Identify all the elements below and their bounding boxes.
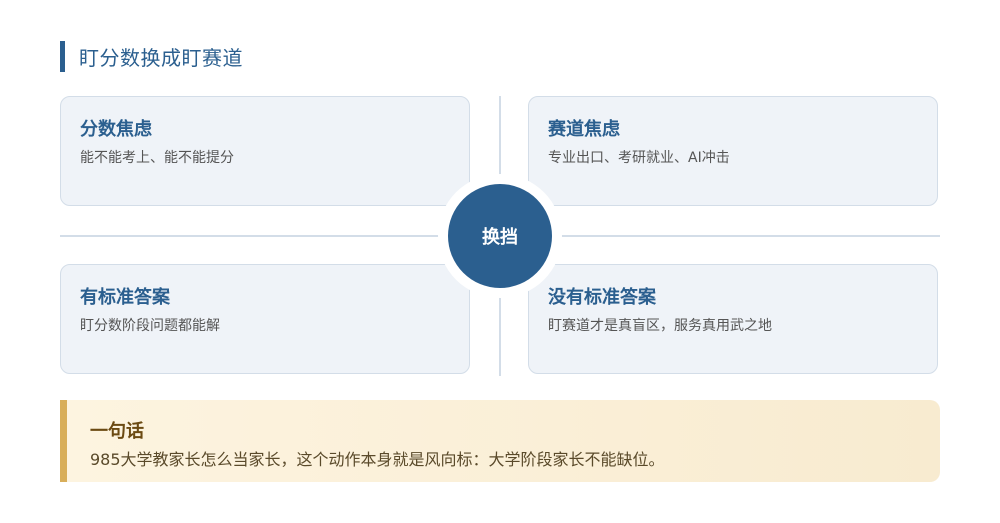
card-heading: 分数焦虑 bbox=[80, 119, 152, 140]
card-standard-answer: 有标准答案 盯分数阶段问题都能解 bbox=[60, 264, 470, 374]
summary-text: 985大学教家长怎么当家长，这个动作本身就是风向标：大学阶段家长不能缺位。 bbox=[90, 450, 665, 469]
hub-circle: 换挡 bbox=[448, 184, 552, 288]
card-description: 能不能考上、能不能提分 bbox=[80, 150, 234, 166]
card-track-anxiety: 赛道焦虑 专业出口、考研就业、AI冲击 bbox=[528, 96, 938, 206]
card-description: 盯分数阶段问题都能解 bbox=[80, 318, 220, 334]
card-score-anxiety: 分数焦虑 能不能考上、能不能提分 bbox=[60, 96, 470, 206]
summary-heading: 一句话 bbox=[90, 421, 144, 442]
summary-box: 一句话 985大学教家长怎么当家长，这个动作本身就是风向标：大学阶段家长不能缺位… bbox=[60, 400, 940, 482]
page-title-text: 盯分数换成盯赛道 bbox=[79, 46, 243, 70]
card-heading: 有标准答案 bbox=[80, 287, 170, 308]
summary-accent-bar bbox=[60, 400, 67, 482]
page-title: 盯分数换成盯赛道 bbox=[60, 41, 243, 72]
card-description: 专业出口、考研就业、AI冲击 bbox=[548, 150, 730, 166]
card-heading: 赛道焦虑 bbox=[548, 119, 620, 140]
card-heading: 没有标准答案 bbox=[548, 287, 656, 308]
hub-label: 换挡 bbox=[482, 227, 518, 248]
title-accent-bar bbox=[60, 41, 65, 72]
card-no-standard-answer: 没有标准答案 盯赛道才是真盲区，服务真用武之地 bbox=[528, 264, 938, 374]
card-description: 盯赛道才是真盲区，服务真用武之地 bbox=[548, 318, 772, 334]
